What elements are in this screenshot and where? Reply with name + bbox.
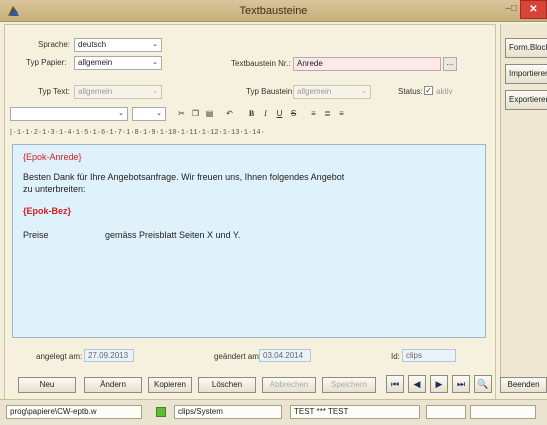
ruler: ⌊·1·1·2·1·3·1·4·1·5·1·6·1·7·1·8·1·9·1·10…: [10, 129, 265, 137]
scissors-icon[interactable]: ✂: [176, 108, 187, 119]
export-button[interactable]: Exportieren: [505, 90, 547, 110]
sprache-select[interactable]: deutsch ⌄: [74, 38, 162, 52]
angelegt-field: 27.09.2013: [84, 349, 134, 362]
undo-icon[interactable]: ↶: [224, 108, 235, 119]
typ-baustein-label: Typ Baustein:: [246, 87, 295, 96]
environment-field: TEST *** TEST: [290, 405, 420, 419]
user-field: clips/System: [174, 405, 282, 419]
side-panel: Form.Block Importieren Exportieren: [500, 24, 547, 389]
align-center-icon[interactable]: ≣: [322, 108, 333, 119]
typ-papier-label: Typ Papier:: [26, 58, 67, 67]
save-button[interactable]: Speichern: [322, 377, 376, 393]
delete-button[interactable]: Löschen: [198, 377, 256, 393]
exit-button[interactable]: Beenden: [500, 377, 547, 393]
text-editor[interactable]: {Epok-Anrede} Besten Dank für Ihre Angeb…: [12, 144, 486, 338]
next-record-icon[interactable]: ▶: [430, 375, 448, 393]
edit-button[interactable]: Ändern: [84, 377, 142, 393]
underline-icon[interactable]: U: [274, 108, 285, 119]
id-field: clips: [402, 349, 456, 362]
chevron-down-icon: ⌄: [361, 88, 367, 95]
status-value: aktiv: [436, 87, 453, 96]
textbaustein-nr-label: Textbaustein Nr.:: [231, 59, 291, 68]
status-indicator-icon: [156, 407, 166, 417]
chevron-down-icon: ⌄: [156, 110, 162, 117]
geaendert-field: 03.04.2014: [259, 349, 311, 362]
maximize-button[interactable]: □: [508, 0, 520, 19]
typ-text-select[interactable]: allgemein ⌄: [74, 85, 162, 99]
font-size-select[interactable]: ⌄: [132, 107, 166, 121]
new-button[interactable]: Neu: [18, 377, 76, 393]
angelegt-label: angelegt am:: [36, 352, 83, 361]
italic-icon[interactable]: I: [260, 108, 271, 119]
chevron-down-icon: ⌄: [152, 88, 158, 95]
chevron-down-icon: ⌄: [152, 41, 158, 48]
typ-text-value: allgemein: [78, 87, 113, 96]
typ-papier-value: allgemein: [78, 58, 113, 67]
paste-icon[interactable]: ▤: [204, 108, 215, 119]
align-right-icon[interactable]: ≡: [336, 108, 347, 119]
status-bar: prog\papiere\CW-eptb.w clips/System TEST…: [0, 399, 547, 425]
id-label: Id:: [391, 352, 400, 361]
lookup-button[interactable]: ...: [443, 57, 457, 71]
editor-line: gemäss Preisblatt Seiten X und Y.: [105, 230, 241, 240]
import-button[interactable]: Importieren: [505, 64, 547, 84]
sprache-value: deutsch: [78, 40, 107, 49]
strike-icon[interactable]: S: [288, 108, 299, 119]
copy-button[interactable]: Kopieren: [148, 377, 192, 393]
align-left-icon[interactable]: ≡: [308, 108, 319, 119]
editor-line: Preise: [23, 230, 49, 240]
format-toolbar: ⌄ ⌄ ✂ ❐ ▤ ↶ B I U S ≡ ≣ ≡: [10, 105, 488, 123]
status-field-empty: [470, 405, 536, 419]
bold-icon[interactable]: B: [246, 108, 257, 119]
typ-text-label: Typ Text:: [38, 87, 70, 96]
status-field-empty: [426, 405, 466, 419]
form-block-button[interactable]: Form.Block: [505, 38, 547, 58]
last-record-icon[interactable]: ⏭: [452, 375, 470, 393]
search-icon[interactable]: 🔍: [474, 375, 492, 393]
typ-papier-select[interactable]: allgemein ⌄: [74, 56, 162, 70]
close-button[interactable]: ✕: [520, 0, 547, 19]
copy-icon[interactable]: ❐: [190, 108, 201, 119]
placeholder-anrede: {Epok-Anrede}: [23, 152, 82, 162]
typ-baustein-value: allgemein: [297, 87, 332, 96]
chevron-down-icon: ⌄: [152, 59, 158, 66]
geaendert-label: geändert am:: [214, 352, 262, 361]
textbaustein-nr-input[interactable]: Anrede: [293, 57, 441, 71]
cancel-button[interactable]: Abbrechen: [262, 377, 316, 393]
editor-line: Besten Dank für Ihre Angebotsanfrage. Wi…: [23, 172, 345, 182]
title-bar: Textbausteine – □ ✕: [0, 0, 547, 22]
status-label: Status:: [398, 87, 423, 96]
chevron-down-icon: ⌄: [118, 110, 124, 117]
status-checkbox[interactable]: ✓: [424, 86, 433, 95]
font-select[interactable]: ⌄: [10, 107, 128, 121]
window-title: Textbausteine: [239, 5, 308, 17]
placeholder-bez: {Epok-Bez}: [23, 206, 72, 216]
prev-record-icon[interactable]: ◀: [408, 375, 426, 393]
sprache-label: Sprache:: [38, 40, 71, 49]
first-record-icon[interactable]: ⏮: [386, 375, 404, 393]
editor-line: zu unterbreiten:: [23, 184, 86, 194]
typ-baustein-select[interactable]: allgemein ⌄: [293, 85, 371, 99]
program-path: prog\papiere\CW-eptb.w: [6, 405, 142, 419]
